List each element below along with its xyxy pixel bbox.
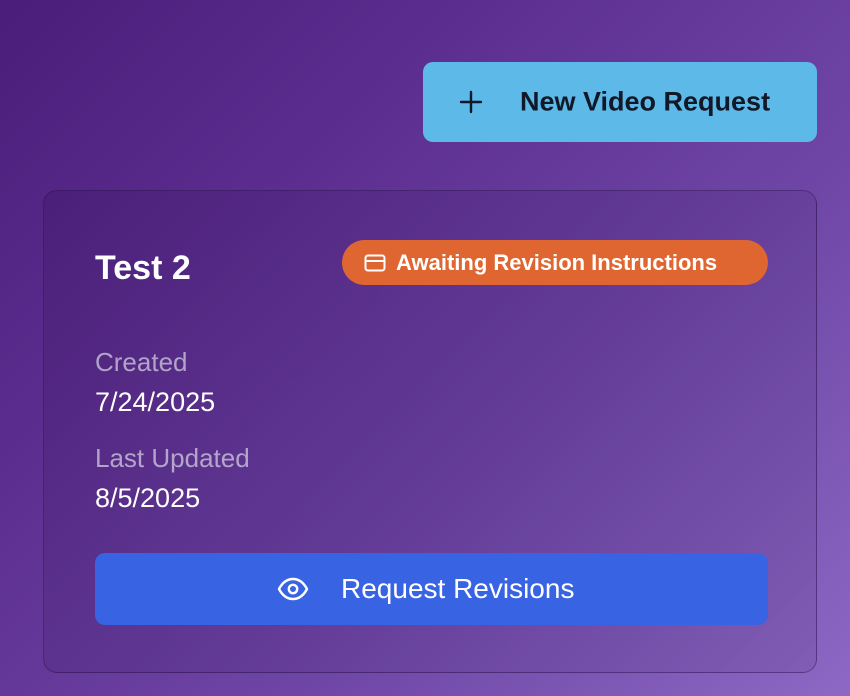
eye-icon xyxy=(277,577,309,601)
status-badge: Awaiting Revision Instructions xyxy=(342,240,768,285)
card-icon xyxy=(364,254,386,272)
request-title: Test 2 xyxy=(95,249,191,287)
new-video-request-label: New Video Request xyxy=(520,86,771,117)
last-updated-date: 8/5/2025 xyxy=(95,483,201,513)
request-revisions-label: Request Revisions xyxy=(341,573,575,604)
last-updated-label: Last Updated xyxy=(95,443,250,473)
created-date: 7/24/2025 xyxy=(95,387,216,417)
status-label: Awaiting Revision Instructions xyxy=(396,249,718,275)
new-video-request-button[interactable]: New Video Request xyxy=(423,62,817,142)
created-label: Created xyxy=(95,347,188,377)
request-revisions-button[interactable]: Request Revisions xyxy=(95,553,768,625)
plus-icon xyxy=(459,90,483,114)
video-request-card: Test 2 Awaiting Revision Instructions Cr… xyxy=(43,190,817,673)
